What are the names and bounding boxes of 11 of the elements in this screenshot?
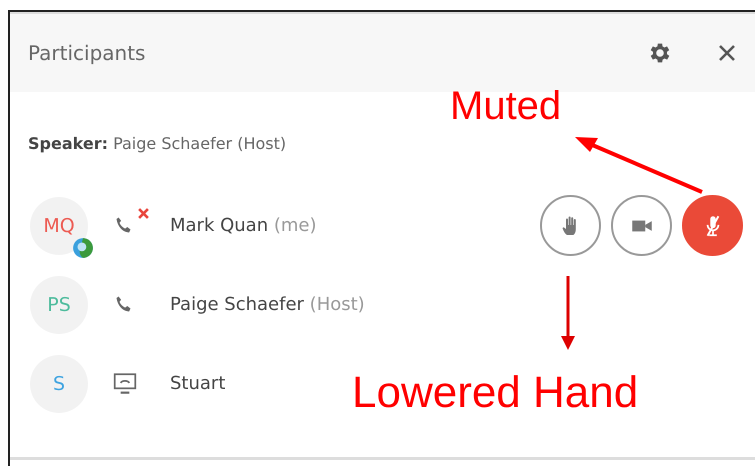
monitor-icon (112, 370, 138, 396)
avatar: PS (30, 276, 88, 334)
avatar: S (30, 354, 88, 412)
participant-name: Paige Schaefer (Host) (170, 294, 365, 315)
participant-name: Mark Quan (me) (170, 215, 316, 236)
close-icon[interactable] (717, 43, 737, 63)
annotation-label: Lowered Hand (352, 368, 638, 418)
annotation-label: Muted (450, 84, 562, 129)
panel-title: Participants (28, 41, 146, 65)
speaker-line: Speaker: Paige Schaefer (Host) (28, 134, 286, 155)
participant-name: Stuart (170, 373, 226, 394)
